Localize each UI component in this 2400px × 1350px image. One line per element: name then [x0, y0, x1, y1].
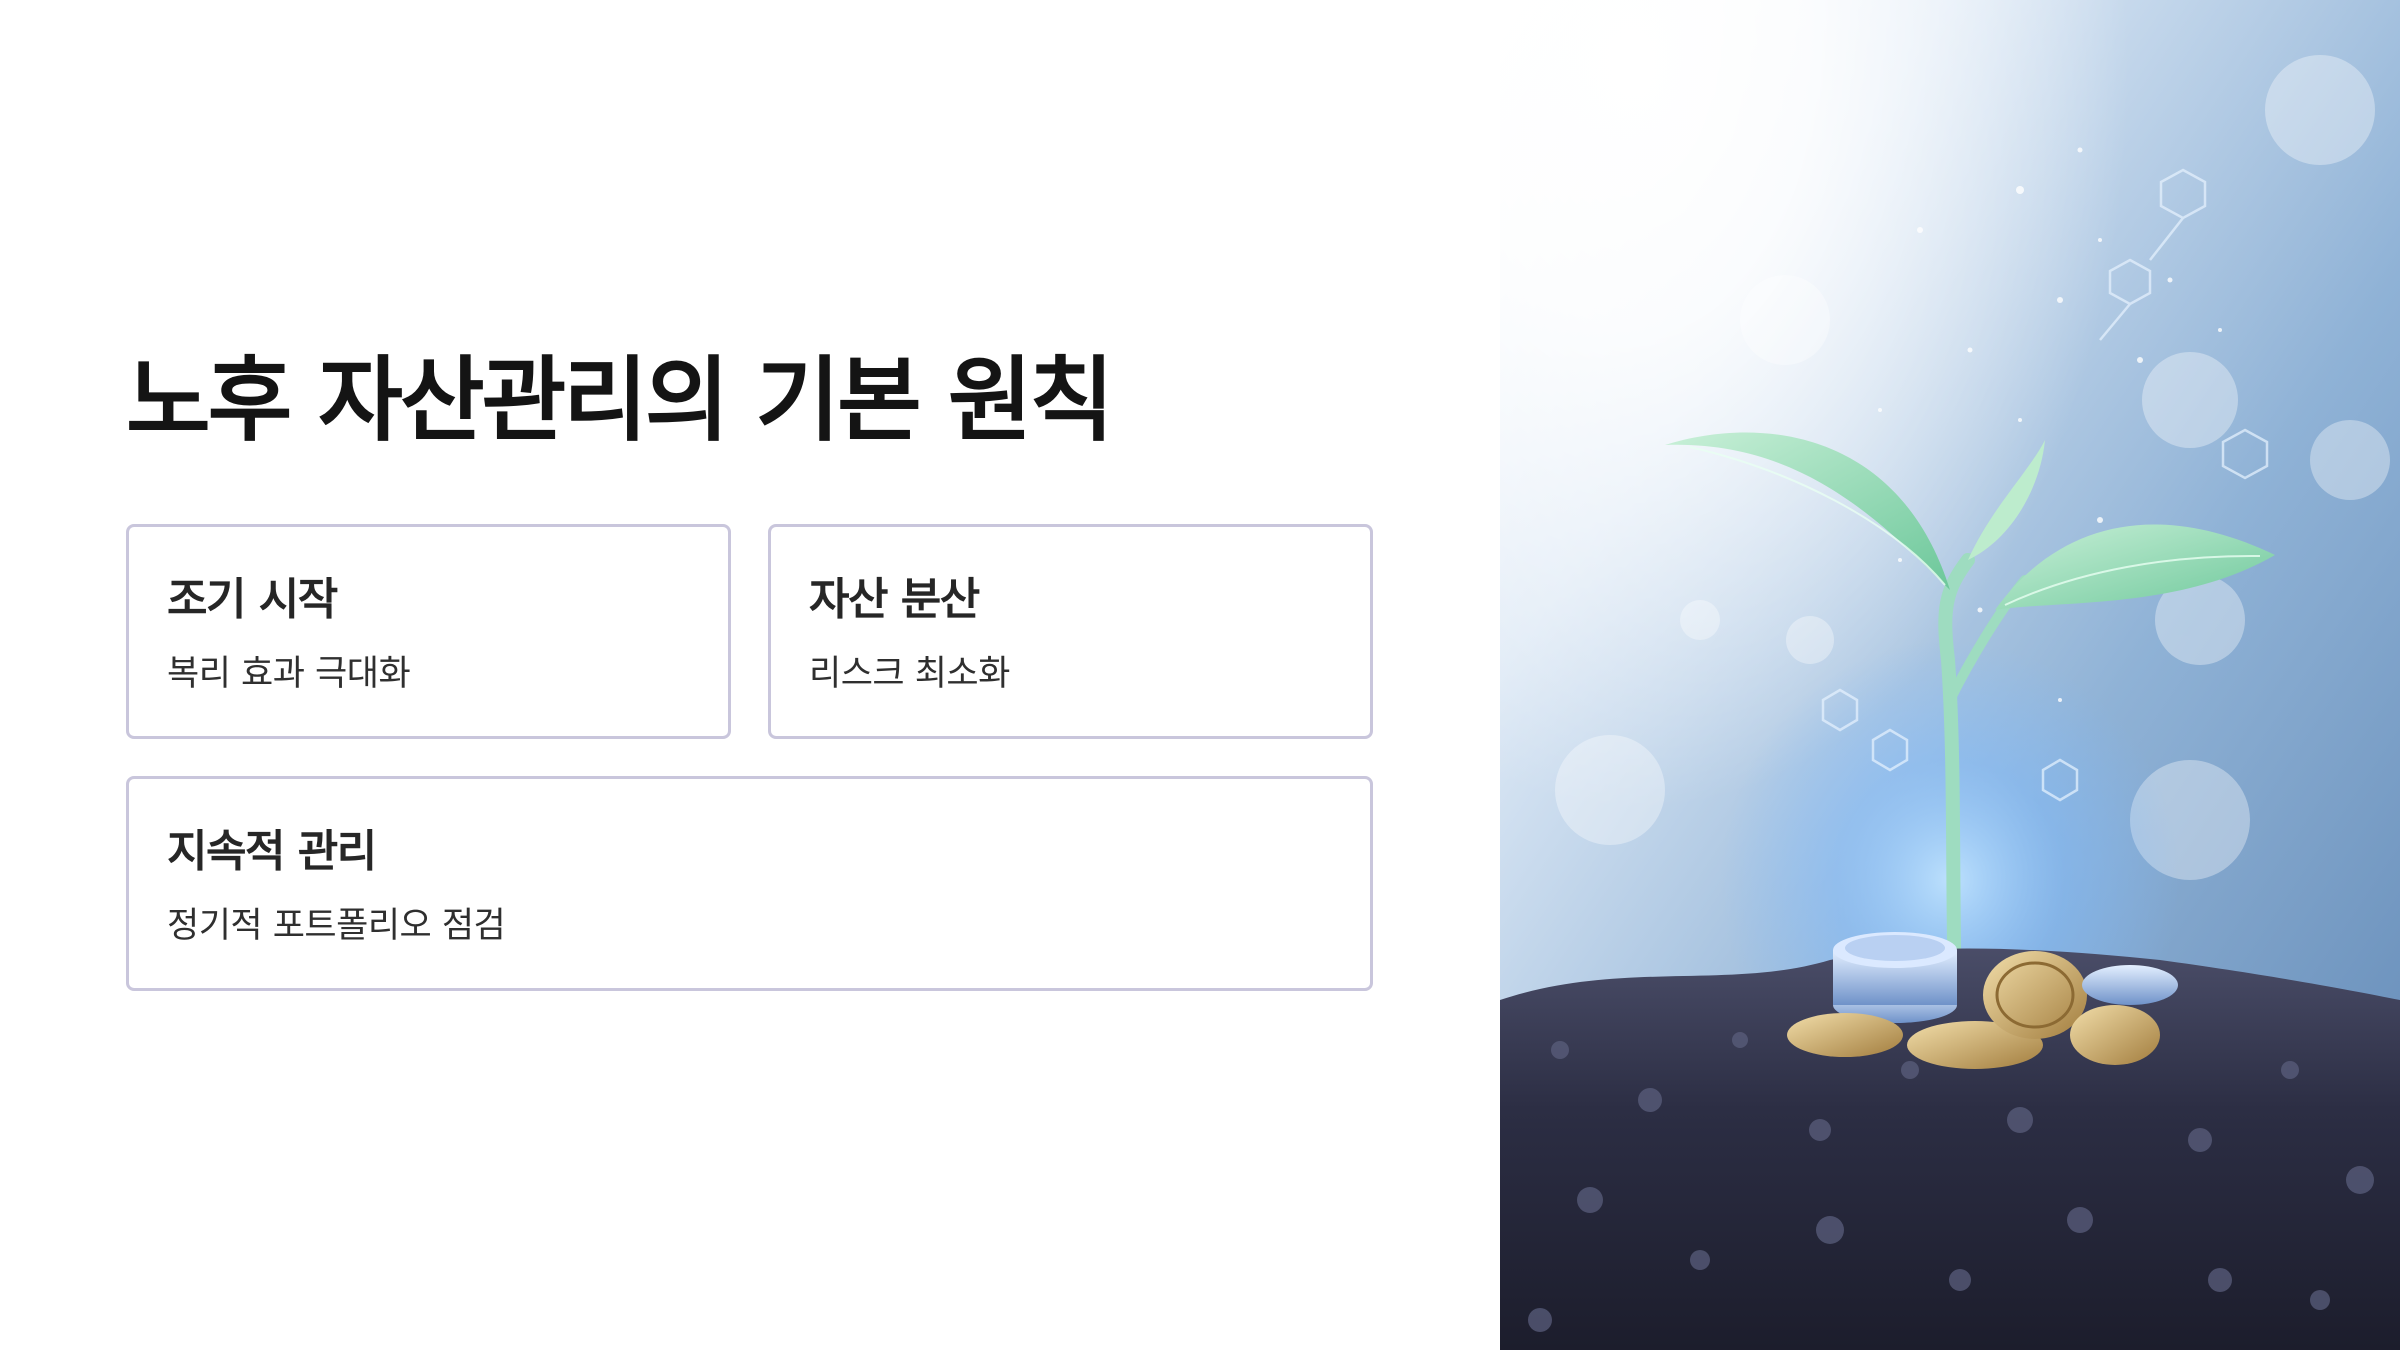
principle-card-diversification: 자산 분산 리스크 최소화: [768, 524, 1373, 739]
card-title: 자산 분산: [809, 574, 980, 625]
card-description: 복리 효과 극대화: [167, 654, 411, 694]
coin-stack: [1833, 932, 1957, 1023]
card-description: 리스크 최소화: [809, 654, 1010, 694]
coin: [2070, 1005, 2160, 1065]
slide: 노후 자산관리의 기본 원칙 조기 시작 복리 효과 극대화 자산 분산 리스크…: [0, 0, 2400, 1350]
principle-card-early-start: 조기 시작 복리 효과 극대화: [126, 524, 731, 739]
content-panel: 노후 자산관리의 기본 원칙 조기 시작 복리 효과 극대화 자산 분산 리스크…: [0, 0, 1500, 1350]
card-title: 지속적 관리: [167, 826, 377, 877]
illustration-svg: [1500, 0, 2400, 1350]
coin: [1787, 1013, 1903, 1057]
sprout-coins-image: [1500, 0, 2400, 1350]
coin: [2082, 965, 2178, 1005]
card-title: 조기 시작: [167, 574, 338, 625]
principle-card-ongoing-management: 지속적 관리 정기적 포트폴리오 점검: [126, 776, 1373, 991]
card-description: 정기적 포트폴리오 점검: [167, 906, 506, 946]
slide-title: 노후 자산관리의 기본 원칙: [126, 347, 1114, 454]
